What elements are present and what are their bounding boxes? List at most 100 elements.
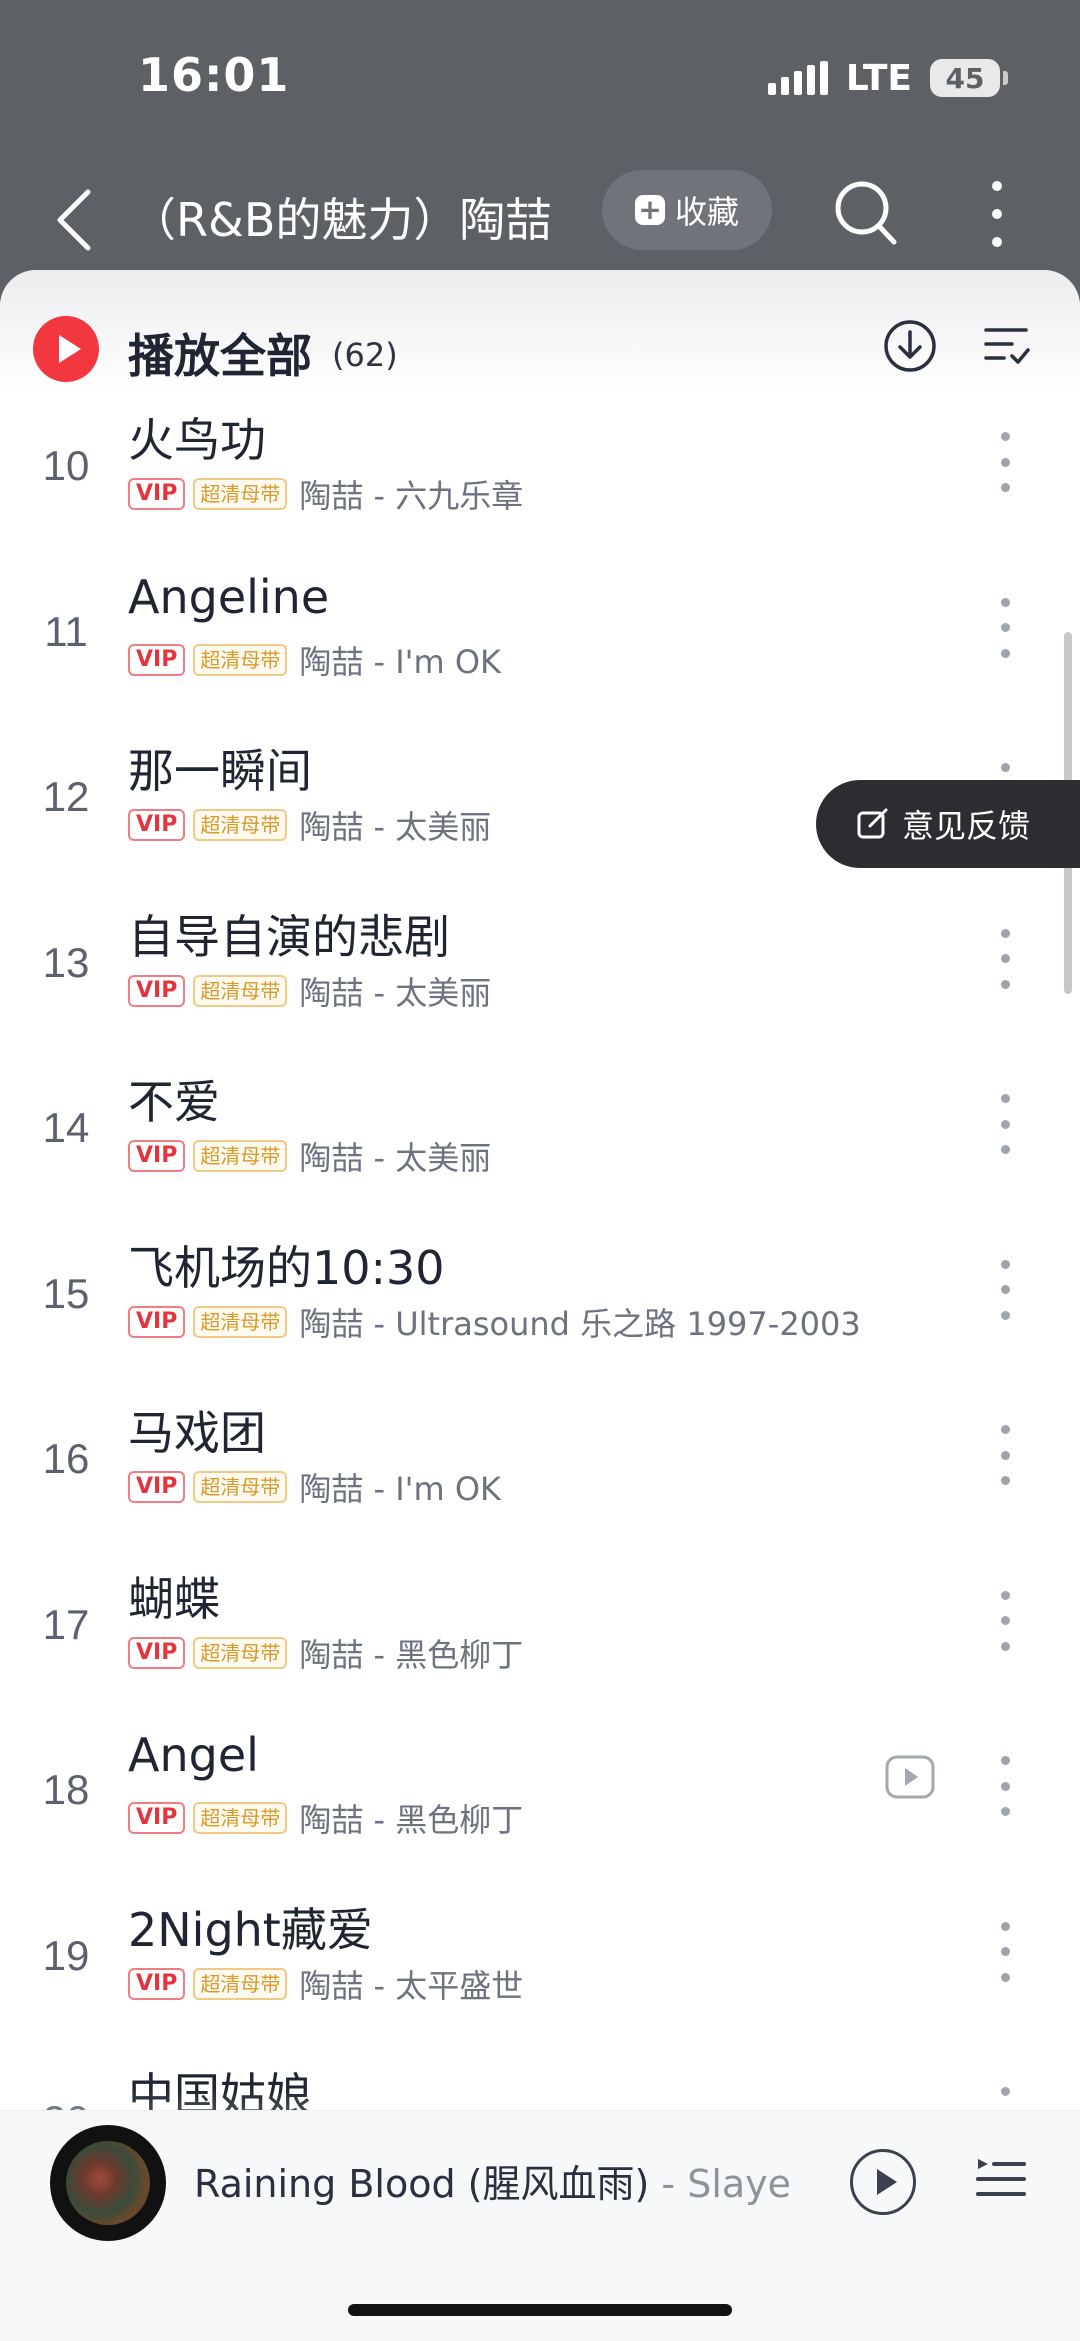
vip-badge: VIP bbox=[128, 974, 186, 1007]
chevron-left-icon[interactable] bbox=[50, 180, 100, 260]
vip-badge: VIP bbox=[128, 643, 186, 676]
song-count: (62) bbox=[332, 336, 398, 374]
song-index: 19 bbox=[42, 1931, 90, 1979]
vip-badge: VIP bbox=[128, 1636, 186, 1669]
song-meta: VIP 超清母带 陶喆 - 黑色柳丁 bbox=[128, 1800, 523, 1839]
now-playing-artist: - Slayer bbox=[649, 2162, 794, 2206]
song-index: 17 bbox=[42, 1600, 90, 1648]
song-index: 13 bbox=[42, 938, 90, 986]
play-all-row[interactable]: 播放全部 (62) bbox=[0, 298, 1080, 398]
feedback-button[interactable]: 意见反馈 bbox=[816, 780, 1080, 868]
search-icon[interactable] bbox=[834, 178, 898, 248]
signal-icon bbox=[767, 61, 828, 95]
song-title[interactable]: 蝴蝶 bbox=[128, 1563, 220, 1629]
more-vertical-icon[interactable] bbox=[990, 1259, 1020, 1320]
more-vertical-icon[interactable] bbox=[990, 1756, 1020, 1816]
hq-badge: 超清母带 bbox=[193, 1802, 288, 1834]
vip-badge: VIP bbox=[128, 809, 186, 841]
vip-badge: VIP bbox=[128, 1967, 186, 2000]
playlist-icon[interactable] bbox=[974, 2151, 1028, 2205]
page-title: （R&B的魅力）陶喆 bbox=[130, 193, 552, 247]
song-row[interactable]: 13 自导自演的悲剧 VIP 超清母带 陶喆 - 太美丽 bbox=[0, 901, 1080, 1066]
now-playing-title[interactable]: Raining Blood (腥风血雨) - Slayer bbox=[194, 2153, 794, 2208]
vip-badge: VIP bbox=[128, 1305, 186, 1338]
song-artist-album: 陶喆 - 太平盛世 bbox=[299, 1966, 524, 2005]
more-vertical-icon[interactable] bbox=[990, 928, 1020, 989]
more-vertical-icon[interactable] bbox=[990, 597, 1020, 658]
album-cover[interactable] bbox=[50, 2125, 166, 2241]
song-title[interactable]: Angeline bbox=[128, 570, 329, 624]
more-vertical-icon[interactable] bbox=[990, 1590, 1020, 1651]
song-meta: VIP 超清母带 陶喆 - 太美丽 bbox=[128, 807, 491, 846]
song-row[interactable]: 10 火鸟功 VIP 超清母带 陶喆 - 六九乐章 bbox=[0, 404, 1080, 569]
more-vertical-icon[interactable] bbox=[990, 1425, 1020, 1485]
play-all-icon[interactable] bbox=[33, 316, 99, 382]
song-title[interactable]: 飞机场的10:30 bbox=[128, 1232, 445, 1298]
song-title[interactable]: 自导自演的悲剧 bbox=[128, 901, 450, 967]
song-artist-album: 陶喆 - 太美丽 bbox=[299, 808, 492, 846]
favorite-button[interactable]: + 收藏 bbox=[602, 170, 772, 250]
song-row[interactable]: 11 Angeline VIP 超清母带 陶喆 - I'm OK bbox=[0, 570, 1080, 735]
song-row[interactable]: 15 飞机场的10:30 VIP 超清母带 陶喆 - Ultrasound 乐之路 19… bbox=[0, 1232, 1080, 1397]
song-title[interactable]: 不爱 bbox=[128, 1066, 220, 1132]
status-time: 16:01 bbox=[138, 48, 290, 102]
hq-badge: 超清母带 bbox=[193, 1140, 288, 1172]
vip-badge: VIP bbox=[128, 1802, 186, 1834]
song-title[interactable]: 2Night藏爱 bbox=[128, 1894, 373, 1960]
more-vertical-icon[interactable] bbox=[990, 432, 1020, 492]
song-meta: VIP 超清母带 陶喆 - Ultrasound 乐之路 1997-2003 bbox=[128, 1304, 861, 1343]
hq-badge: 超清母带 bbox=[193, 974, 288, 1007]
more-vertical-icon[interactable] bbox=[980, 176, 1014, 252]
song-artist-album: 陶喆 - 黑色柳丁 bbox=[299, 1635, 524, 1674]
song-list-sheet: 播放全部 (62) 10 火鸟功 VIP 超清母带 陶喆 - 六九乐章 11 Angelin… bbox=[0, 270, 1080, 2341]
network-type: LTE bbox=[845, 57, 912, 99]
song-row[interactable]: 18 Angel VIP 超清母带 陶喆 - 黑色柳丁 bbox=[0, 1728, 1080, 1893]
hq-badge: 超清母带 bbox=[193, 478, 288, 510]
song-title[interactable]: 马戏团 bbox=[128, 1397, 266, 1463]
song-meta: VIP 超清母带 陶喆 - 太美丽 bbox=[128, 973, 491, 1012]
song-artist-album: 陶喆 - 六九乐章 bbox=[299, 477, 524, 515]
status-bar: 16:01 LTE 45 bbox=[0, 0, 1080, 150]
song-row[interactable]: 17 蝴蝶 VIP 超清母带 陶喆 - 黑色柳丁 bbox=[0, 1563, 1080, 1728]
vip-badge: VIP bbox=[128, 478, 186, 510]
song-row[interactable]: 19 2Night藏爱 VIP 超清母带 陶喆 - 太平盛世 bbox=[0, 1894, 1080, 2059]
hq-badge: 超清母带 bbox=[193, 1967, 288, 2000]
song-index: 18 bbox=[42, 1766, 90, 1813]
song-meta: VIP 超清母带 陶喆 - 太平盛世 bbox=[128, 1966, 523, 2005]
sort-list-icon[interactable] bbox=[982, 322, 1030, 370]
video-play-icon[interactable] bbox=[884, 1754, 936, 1800]
song-artist-album: 陶喆 - 黑色柳丁 bbox=[299, 1801, 524, 1839]
nav-bar: （R&B的魅力）陶喆 + 收藏 bbox=[0, 160, 1080, 280]
song-index: 14 bbox=[42, 1104, 90, 1151]
song-title[interactable]: 火鸟功 bbox=[128, 404, 266, 470]
vip-badge: VIP bbox=[128, 1140, 186, 1172]
song-artist-album: 陶喆 - 太美丽 bbox=[299, 1139, 492, 1177]
play-all-label[interactable]: 播放全部 bbox=[128, 320, 312, 386]
song-index: 16 bbox=[42, 1435, 90, 1482]
song-artist-album: 陶喆 - 太美丽 bbox=[299, 973, 492, 1012]
song-row[interactable]: 14 不爱 VIP 超清母带 陶喆 - 太美丽 bbox=[0, 1066, 1080, 1231]
plus-icon: + bbox=[634, 195, 665, 225]
home-indicator[interactable] bbox=[348, 2304, 732, 2316]
song-index: 10 bbox=[42, 442, 90, 489]
download-icon[interactable] bbox=[882, 318, 938, 374]
song-title[interactable]: Angel bbox=[128, 1728, 259, 1782]
edit-icon bbox=[857, 808, 888, 839]
song-index: 15 bbox=[42, 1269, 90, 1317]
song-meta: VIP 超清母带 陶喆 - 六九乐章 bbox=[128, 476, 523, 515]
more-vertical-icon[interactable] bbox=[990, 1921, 1020, 1982]
song-row[interactable]: 16 马戏团 VIP 超清母带 陶喆 - I'm OK bbox=[0, 1397, 1080, 1562]
song-meta: VIP 超清母带 陶喆 - 黑色柳丁 bbox=[128, 1635, 523, 1674]
song-title[interactable]: 那一瞬间 bbox=[128, 735, 312, 801]
song-index: 11 bbox=[44, 607, 88, 655]
status-indicators: LTE 45 bbox=[767, 56, 1008, 100]
more-vertical-icon[interactable] bbox=[990, 1094, 1020, 1154]
hq-badge: 超清母带 bbox=[193, 1305, 288, 1338]
play-pause-button[interactable] bbox=[850, 2149, 916, 2215]
now-playing-song: Raining Blood (腥风血雨) bbox=[194, 2162, 650, 2206]
favorite-label: 收藏 bbox=[674, 193, 739, 231]
song-artist-album: 陶喆 - I'm OK bbox=[299, 1470, 501, 1508]
feedback-label: 意见反馈 bbox=[902, 807, 1031, 845]
battery-level: 45 bbox=[945, 61, 985, 95]
hq-badge: 超清母带 bbox=[193, 809, 288, 841]
